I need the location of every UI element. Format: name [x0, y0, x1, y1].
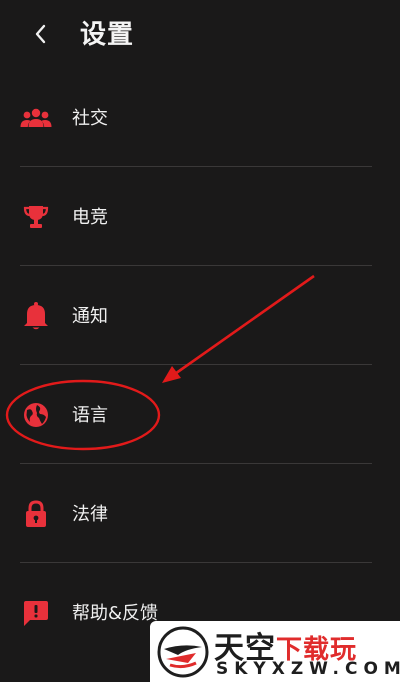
feedback-icon — [20, 597, 52, 629]
trophy-icon — [20, 201, 52, 233]
globe-icon — [20, 399, 52, 431]
page-title: 设置 — [80, 20, 135, 50]
menu-item-label: 语言 — [72, 405, 108, 426]
menu-item-esports[interactable]: 电竞 — [0, 167, 400, 266]
chevron-left-icon — [35, 24, 46, 44]
menu-item-label: 电竞 — [72, 207, 108, 228]
menu-item-label: 帮助&反馈 — [72, 603, 159, 624]
menu-item-notifications[interactable]: 通知 — [0, 266, 400, 365]
menu-item-label: 社交 — [72, 108, 108, 129]
people-group-icon — [20, 102, 52, 134]
menu-item-language[interactable]: 语言 — [0, 365, 400, 464]
menu-item-label: 法律 — [72, 504, 108, 525]
watermark-logo — [157, 626, 209, 678]
settings-menu: 社交 电竞 通知 语言 法律 帮助&反馈 — [0, 68, 400, 662]
app-header: 设置 — [0, 0, 400, 70]
watermark: 天空下载玩 SKYXZW.COM — [150, 621, 400, 682]
menu-item-label: 通知 — [72, 306, 108, 327]
menu-item-social[interactable]: 社交 — [0, 68, 400, 167]
bell-icon — [20, 300, 52, 332]
watermark-url: SKYXZW.COM — [216, 659, 400, 679]
menu-item-legal[interactable]: 法律 — [0, 464, 400, 563]
lock-icon — [20, 498, 52, 530]
back-button[interactable] — [26, 20, 54, 48]
